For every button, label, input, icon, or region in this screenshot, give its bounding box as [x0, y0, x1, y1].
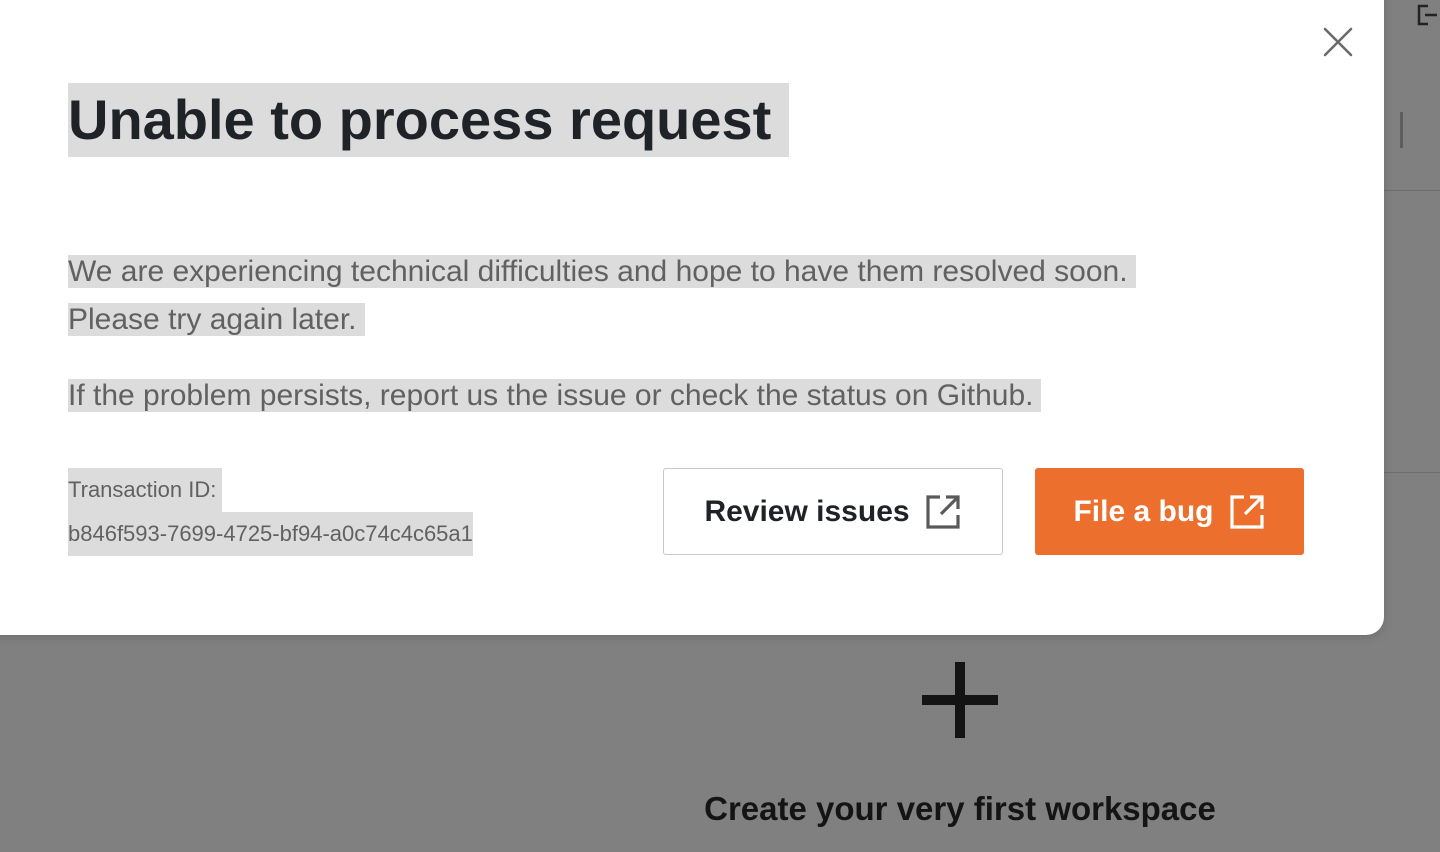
- error-message: We are experiencing technical difficulti…: [68, 248, 1136, 344]
- close-button[interactable]: [1318, 22, 1358, 62]
- error-message-line-1: We are experiencing technical difficulti…: [68, 255, 1136, 288]
- report-hint: If the problem persists, report us the i…: [68, 372, 1042, 420]
- transaction-label: Transaction ID:: [68, 468, 223, 512]
- close-icon: [1323, 27, 1353, 57]
- error-modal: Unable to process request We are experie…: [0, 0, 1384, 635]
- create-workspace-label[interactable]: Create your very first workspace: [660, 790, 1260, 828]
- page: Create your very first workspace Unable …: [0, 0, 1440, 852]
- logout-icon[interactable]: [1416, 2, 1438, 28]
- external-link-icon: [1229, 494, 1264, 529]
- external-link-icon: [925, 494, 960, 529]
- error-message-line-2: Please try again later.: [68, 303, 365, 336]
- file-bug-label: File a bug: [1073, 494, 1214, 528]
- review-issues-button[interactable]: Review issues: [663, 468, 1003, 555]
- header-divider: [1400, 112, 1403, 148]
- header-area: [1380, 0, 1440, 191]
- review-issues-label: Review issues: [704, 494, 910, 528]
- transaction-id: b846f593-7699-4725-bf94-a0c74c4c65a1: [68, 512, 473, 556]
- report-hint-text: If the problem persists, report us the i…: [68, 379, 1042, 412]
- section-divider: [1384, 472, 1440, 473]
- transaction-info: Transaction ID: b846f593-7699-4725-bf94-…: [68, 468, 473, 556]
- file-bug-button[interactable]: File a bug: [1035, 468, 1304, 555]
- modal-title: Unable to process request: [68, 83, 790, 157]
- plus-icon[interactable]: [922, 662, 998, 738]
